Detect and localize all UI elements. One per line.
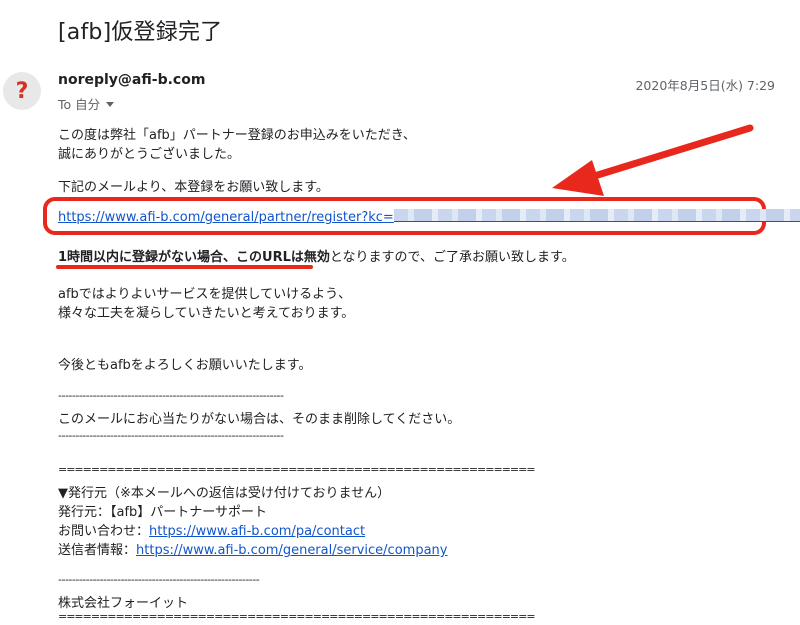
- body-notice: 1時間以内に登録がない場合、このURLは無効となりますので、ご了承お願い致します…: [58, 246, 575, 265]
- issuer-header: ▼発行元（※本メールへの返信は受け付けておりません）: [58, 486, 391, 501]
- sender-avatar-unknown-icon[interactable]: ?: [3, 72, 41, 110]
- divider-dashes-2: ----------------------------------------…: [58, 429, 284, 442]
- body-line-6: 様々な工夫を凝らしていきたいと考えております。: [58, 306, 355, 321]
- contact-link[interactable]: https://www.afi-b.com/pa/contact: [149, 524, 365, 539]
- body-line-5: afbではよりよいサービスを提供していけるよう、: [58, 287, 352, 302]
- email-date: 2020年8月5日(水) 7:29: [635, 78, 775, 93]
- divider-equals-1: ========================================…: [58, 463, 536, 476]
- contact-label: お問い合わせ：: [58, 524, 150, 539]
- body-line-7: 今後ともafbをよろしくお願いいたします。: [58, 358, 312, 373]
- register-url-container: https://www.afi-b.com/general/partner/re…: [58, 209, 800, 225]
- email-subject: [afb]仮登録完了: [58, 20, 223, 45]
- body-line-3: 下記のメールより、本登録をお願い致します。: [58, 180, 329, 195]
- body-line-1: この度は弊社「afb」パートナー登録のお申込みをいただき、: [58, 128, 416, 143]
- notice-emphasis: 1時間以内に登録がない場合、このURLは無効: [58, 250, 330, 265]
- company-name: 株式会社フォーイット: [58, 596, 189, 611]
- divider-equals-2: ========================================…: [58, 610, 536, 623]
- register-url-link[interactable]: https://www.afi-b.com/general/partner/re…: [58, 210, 394, 225]
- issuer-name: 発行元：【afb】パートナーサポート: [58, 505, 268, 520]
- divider-dashes-1: ----------------------------------------…: [58, 389, 284, 402]
- recipient-label: To 自分: [58, 97, 101, 112]
- sender-address[interactable]: noreply@afi-b.com: [58, 72, 205, 88]
- sender-info-link[interactable]: https://www.afi-b.com/general/service/co…: [136, 543, 447, 558]
- annotation-arrow-icon: [552, 124, 754, 196]
- redacted-token: [393, 209, 800, 222]
- notice-rest: となりますので、ご了承お願い致します。: [329, 250, 575, 265]
- recipient-details-toggle[interactable]: To 自分: [58, 94, 115, 113]
- sender-info-row: 送信者情報：https://www.afi-b.com/general/serv…: [58, 539, 447, 558]
- divider-dashes-3: ----------------------------------------…: [58, 573, 260, 586]
- body-line-8: このメールにお心当たりがない場合は、そのまま削除してください。: [58, 412, 461, 427]
- annotation-underline: [56, 265, 313, 269]
- sender-info-label: 送信者情報：: [58, 543, 137, 558]
- contact-row: お問い合わせ：https://www.afi-b.com/pa/contact: [58, 520, 365, 539]
- body-line-2: 誠にありがとうございました。: [58, 147, 241, 162]
- chevron-down-icon[interactable]: [106, 102, 115, 107]
